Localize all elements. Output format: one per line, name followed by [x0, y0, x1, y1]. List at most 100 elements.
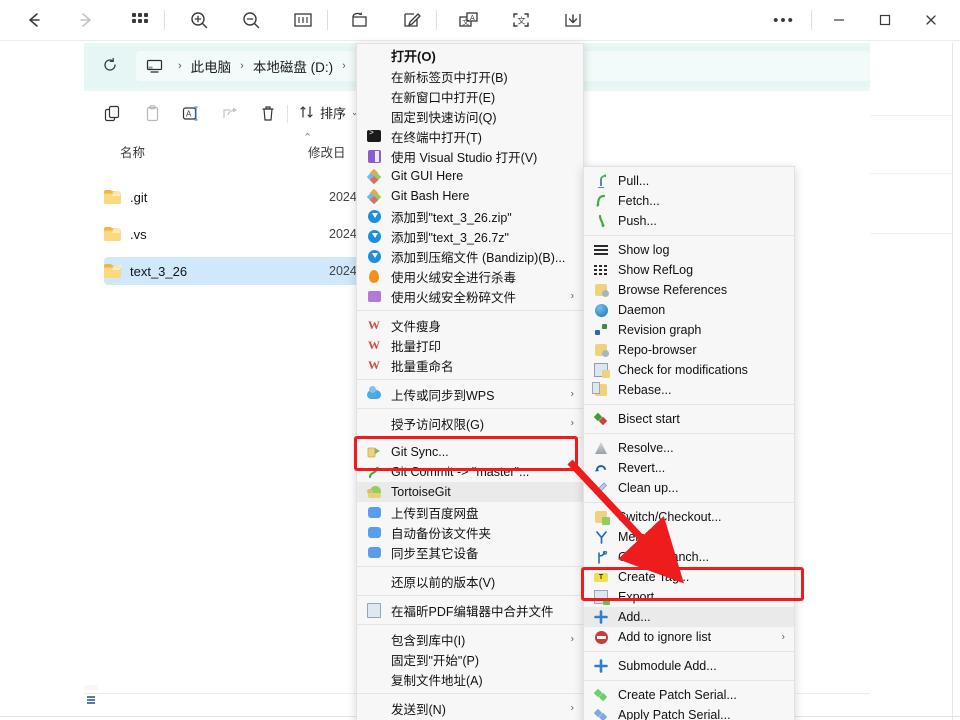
submenu-item-switch-checkout[interactable]: Switch/Checkout... [584, 507, 794, 527]
menu-item-foxit-merge[interactable]: 在福昕PDF编辑器中合并文件 [357, 600, 583, 620]
maximize-button[interactable] [862, 0, 908, 41]
actual-size-icon[interactable] [283, 0, 323, 41]
submenu-item-bisect-start[interactable]: Bisect start [584, 409, 794, 429]
submenu-item-revert[interactable]: Revert... [584, 458, 794, 478]
menu-item-label: 使用火绒安全粉碎文件 [391, 290, 517, 305]
menu-item-wps-batch-print[interactable]: W 批量打印 [357, 335, 583, 355]
menu-item-label: 自动备份该文件夹 [391, 526, 492, 541]
submenu-item-export[interactable]: Export... [584, 587, 794, 607]
baidu-netdisk-icon [366, 504, 382, 520]
menu-item-wps-batch-rename[interactable]: W 批量重命名 [357, 355, 583, 375]
menu-item-pin-to-start[interactable]: 固定到"开始"(P) [357, 649, 583, 669]
menu-item-grant-access[interactable]: 授予访问权限(G) › [357, 413, 583, 433]
menu-item-send-to[interactable]: 发送到(N) › [357, 698, 583, 718]
file-name: text_3_26 [130, 263, 188, 279]
share-icon[interactable] [218, 101, 242, 125]
submenu-item-submodule-add[interactable]: Submodule Add... [584, 656, 794, 676]
copy-icon[interactable] [100, 101, 124, 125]
menu-item-add-to-zip[interactable]: 添加到"text_3_26.zip" [357, 206, 583, 226]
submenu-item-merge[interactable]: Merge... [584, 527, 794, 547]
revision-graph-icon [593, 322, 609, 338]
menu-item-wps-slim[interactable]: W 文件瘦身 [357, 315, 583, 335]
submenu-item-add-to-ignore-list[interactable]: Add to ignore list › [584, 627, 794, 647]
submenu-item-pull[interactable]: Pull... [584, 171, 794, 191]
breadcrumb-item-0[interactable]: 此电脑 [189, 56, 234, 76]
menu-item-open-new-tab[interactable]: 在新标签页中打开(B) [357, 66, 583, 86]
menu-item-add-to-archive[interactable]: 添加到压缩文件 (Bandizip)(B)... [357, 246, 583, 266]
submenu-item-label: Daemon [618, 303, 666, 317]
menu-item-include-in-library[interactable]: 包含到库中(I) › [357, 629, 583, 649]
submenu-item-browse-references[interactable]: Browse References [584, 280, 794, 300]
translate-icon[interactable]: A文 [449, 0, 489, 41]
menu-item-open-visual-studio[interactable]: 使用 Visual Studio 打开(V) [357, 146, 583, 166]
submenu-item-show-log[interactable]: Show log [584, 240, 794, 260]
rotate-icon[interactable] [340, 0, 380, 41]
menu-item-copy-file-address[interactable]: 复制文件地址(A) [357, 669, 583, 689]
rename-icon[interactable]: A [179, 101, 203, 125]
menu-item-open-terminal[interactable]: 在终端中打开(T) [357, 126, 583, 146]
back-icon[interactable] [14, 0, 54, 41]
menu-item-git-gui-here[interactable]: Git GUI Here [357, 166, 583, 186]
this-pc-icon[interactable] [146, 59, 163, 74]
submenu-item-create-branch[interactable]: Create Branch... [584, 547, 794, 567]
sort-button[interactable]: 排序 ⌄ [299, 103, 359, 122]
menu-item-baidu-upload[interactable]: 上传到百度网盘 [357, 502, 583, 522]
menu-item-huorong-shred[interactable]: 使用火绒安全粉碎文件 › [357, 286, 583, 306]
menu-item-wps-cloud-sync[interactable]: 上传或同步到WPS › [357, 384, 583, 404]
download-icon[interactable] [553, 0, 593, 41]
menu-item-pin-quick-access[interactable]: 固定到快速访问(Q) [357, 106, 583, 126]
menu-item-git-sync[interactable]: Git Sync... [357, 442, 583, 462]
column-header-date[interactable]: 修改日 [308, 142, 346, 161]
menu-item-tortoisegit[interactable]: TortoiseGit [357, 482, 583, 502]
submenu-separator [584, 433, 794, 434]
menu-item-huorong-scan[interactable]: 使用火绒安全进行杀毒 [357, 266, 583, 286]
toolbar-divider-1 [164, 10, 165, 30]
git-icon [366, 188, 382, 204]
menu-item-baidu-sync-devices[interactable]: 同步至其它设备 [357, 542, 583, 562]
submenu-item-label: Submodule Add... [618, 659, 717, 673]
minimize-button[interactable] [816, 0, 862, 41]
submenu-item-daemon[interactable]: Daemon [584, 300, 794, 320]
menu-item-label: 在终端中打开(T) [391, 130, 482, 145]
submenu-item-push[interactable]: Push... [584, 211, 794, 231]
toolbar-divider-3 [436, 10, 437, 30]
submenu-item-apply-patch-serial[interactable]: Apply Patch Serial... [584, 705, 794, 720]
grid-view-icon[interactable] [120, 0, 160, 41]
zoom-in-icon[interactable] [179, 0, 219, 41]
submenu-item-clean-up[interactable]: Clean up... [584, 478, 794, 498]
menu-item-restore-previous-versions[interactable]: 还原以前的版本(V) [357, 571, 583, 591]
extract-text-icon[interactable]: 文 [501, 0, 541, 41]
svg-text:文: 文 [462, 18, 469, 27]
submenu-item-create-tag[interactable]: T Create Tag... [584, 567, 794, 587]
submenu-item-rebase[interactable]: Rebase... [584, 380, 794, 400]
submenu-item-show-reflog[interactable]: Show RefLog [584, 260, 794, 280]
toolbar-divider-2 [327, 10, 328, 30]
submenu-item-check-modifications[interactable]: Check for modifications [584, 360, 794, 380]
submenu-item-resolve[interactable]: Resolve... [584, 438, 794, 458]
close-button[interactable] [908, 0, 954, 41]
submenu-item-revision-graph[interactable]: Revision graph [584, 320, 794, 340]
breadcrumb-item-1[interactable]: 本地磁盘 (D:) [251, 56, 335, 76]
more-options-button[interactable]: ••• [761, 0, 807, 41]
submenu-item-add[interactable]: Add... [584, 607, 794, 627]
edit-icon[interactable] [392, 0, 432, 41]
submenu-item-create-patch-serial[interactable]: Create Patch Serial... [584, 685, 794, 705]
menu-item-label: 打开(O) [391, 48, 436, 64]
menu-item-label: 添加到压缩文件 (Bandizip)(B)... [391, 250, 566, 265]
breadcrumb: › 此电脑 › 本地磁盘 (D:) › [146, 54, 353, 78]
menu-item-label: 在新窗口中打开(E) [391, 90, 496, 105]
paste-icon[interactable] [140, 101, 164, 125]
zoom-out-icon[interactable] [231, 0, 271, 41]
submenu-item-repo-browser[interactable]: Repo-browser [584, 340, 794, 360]
forward-icon[interactable] [66, 0, 106, 41]
delete-icon[interactable] [256, 101, 280, 125]
menu-item-open-new-window[interactable]: 在新窗口中打开(E) [357, 86, 583, 106]
menu-item-baidu-autobackup[interactable]: 自动备份该文件夹 [357, 522, 583, 542]
menu-item-git-bash-here[interactable]: Git Bash Here [357, 186, 583, 206]
menu-item-git-commit[interactable]: Git Commit -> "master"... [357, 462, 583, 482]
column-header-name[interactable]: 名称 [120, 142, 145, 161]
submenu-item-fetch[interactable]: Fetch... [584, 191, 794, 211]
refresh-icon[interactable] [102, 57, 118, 78]
menu-item-open[interactable]: 打开(O) [357, 44, 583, 66]
menu-item-add-to-7z[interactable]: 添加到"text_3_26.7z" [357, 226, 583, 246]
